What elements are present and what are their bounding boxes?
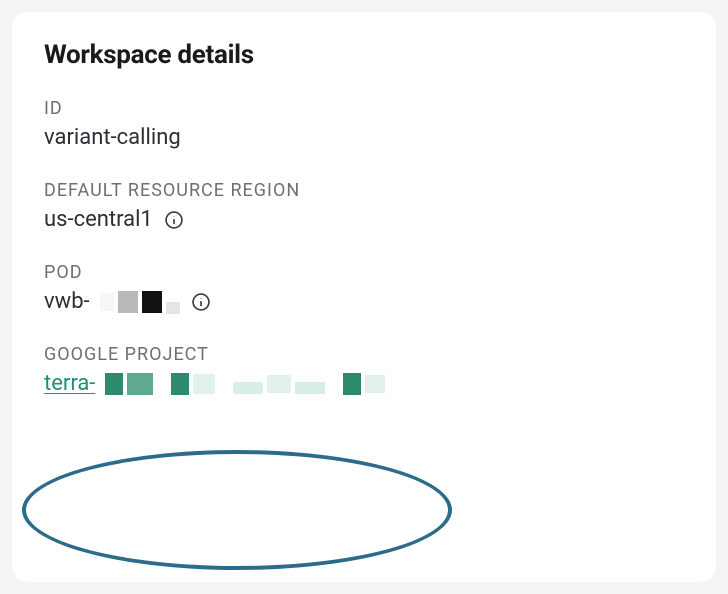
- field-id-label: ID: [44, 98, 684, 119]
- google-project-link[interactable]: terra-: [44, 371, 95, 396]
- field-pod-value-row: vwb-: [44, 289, 684, 314]
- annotation-highlight-ellipse: [22, 450, 452, 570]
- field-region-value: us-central1: [44, 207, 153, 232]
- info-icon[interactable]: [190, 291, 212, 313]
- field-region: DEFAULT RESOURCE REGION us-central1: [44, 180, 684, 232]
- field-google-project: GOOGLE PROJECT terra-: [44, 344, 684, 396]
- field-google-project-label: GOOGLE PROJECT: [44, 344, 684, 365]
- field-pod-label: POD: [44, 262, 684, 283]
- field-google-project-value-row: terra-: [44, 371, 684, 396]
- field-pod-value-prefix: vwb-: [44, 289, 90, 314]
- field-pod: POD vwb-: [44, 262, 684, 314]
- field-region-value-row: us-central1: [44, 207, 684, 232]
- workspace-details-card: Workspace details ID variant-calling DEF…: [12, 12, 716, 582]
- field-id-value: variant-calling: [44, 125, 684, 150]
- redacted-content: [105, 373, 385, 395]
- field-id: ID variant-calling: [44, 98, 684, 150]
- redacted-content: [100, 290, 180, 314]
- field-region-label: DEFAULT RESOURCE REGION: [44, 180, 684, 201]
- card-title: Workspace details: [44, 40, 684, 70]
- info-icon[interactable]: [163, 209, 185, 231]
